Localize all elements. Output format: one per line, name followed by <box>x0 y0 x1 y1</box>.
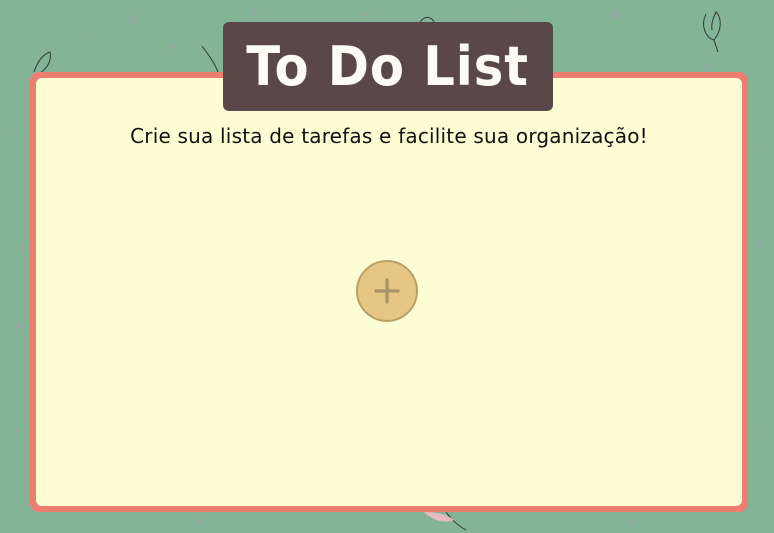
plus-icon <box>374 278 400 304</box>
title-banner: To Do List <box>223 22 553 111</box>
add-task-button[interactable] <box>356 260 418 322</box>
page-title: To Do List <box>246 34 530 98</box>
page-subtitle: Crie sua lista de tarefas e facilite sua… <box>130 124 648 148</box>
